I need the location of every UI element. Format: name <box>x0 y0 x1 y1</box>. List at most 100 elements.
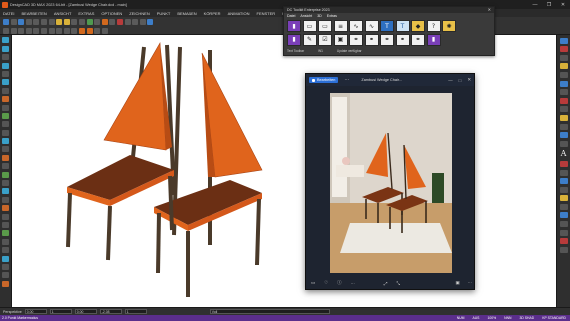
toolkit-list-icon[interactable]: ≡ <box>333 20 348 32</box>
fillet-tool-icon[interactable] <box>2 280 9 287</box>
redo-icon[interactable] <box>63 18 70 25</box>
toolkit-wave-icon[interactable]: ∿ <box>349 20 363 32</box>
select-icon[interactable] <box>3 27 9 34</box>
menu-zeichnen[interactable]: ZEICHNEN <box>129 11 149 16</box>
zoom-out-icon[interactable] <box>78 18 85 25</box>
animation-panel-icon[interactable] <box>559 114 568 121</box>
arc-tool-icon[interactable] <box>2 54 9 61</box>
viewer-slideshow-button[interactable]: ▭ <box>311 280 315 286</box>
grid-panel-icon[interactable] <box>559 89 568 96</box>
viewer-maximize-button[interactable]: □ <box>459 78 462 83</box>
toolkit-curve-icon[interactable]: ∿ <box>364 20 379 32</box>
curve-icon[interactable] <box>48 27 55 34</box>
measure-tool-icon[interactable] <box>2 221 9 228</box>
symbol-panel-icon[interactable] <box>559 123 568 130</box>
toolkit-purple-icon[interactable]: ▮ <box>426 33 441 46</box>
undo-icon[interactable] <box>56 18 63 25</box>
toolkit-link-3-icon[interactable]: ⚭ <box>380 33 394 46</box>
sphere-tool-icon[interactable] <box>2 163 9 170</box>
toolkit-menu-datei[interactable]: Datei <box>287 14 295 18</box>
viewer-close-button[interactable]: ✕ <box>467 77 471 83</box>
toolkit-stamp-icon[interactable]: ▮ <box>287 20 301 32</box>
viewer-options-button[interactable]: ··· <box>468 280 472 286</box>
snap-panel-icon[interactable] <box>559 80 568 87</box>
menu-fenster[interactable]: FENSTER <box>257 11 276 16</box>
cut-icon[interactable] <box>33 18 40 25</box>
viewer-more-button[interactable]: ··· <box>344 77 349 83</box>
layer-tool-icon[interactable] <box>2 230 9 237</box>
rotate-view-icon[interactable] <box>94 18 101 25</box>
toolkit-page-icon[interactable]: ▭ <box>302 20 317 32</box>
snap-icon[interactable] <box>139 18 146 25</box>
ellipse-tool-icon[interactable] <box>2 70 9 77</box>
pan-icon[interactable] <box>86 18 93 25</box>
menu-extras[interactable]: EXTRAS <box>78 11 94 16</box>
camera-panel-icon[interactable] <box>559 106 568 113</box>
viewer-favorite-button[interactable]: ♡ <box>324 280 328 286</box>
sweep-icon[interactable] <box>101 27 108 34</box>
copy-icon[interactable] <box>40 18 47 25</box>
menu-punkt[interactable]: PUNKT <box>157 11 171 16</box>
render-icon[interactable] <box>116 18 123 25</box>
pointer-tool-icon[interactable] <box>2 37 9 44</box>
wireframe-icon[interactable] <box>109 18 116 25</box>
coord-z-field[interactable]: 0.00 <box>74 309 97 314</box>
grid-icon[interactable] <box>132 18 139 25</box>
scale-field[interactable]: 1 <box>124 309 147 314</box>
text-tool-icon[interactable] <box>56 27 63 34</box>
print-panel-icon[interactable] <box>559 203 568 210</box>
hatch-icon[interactable] <box>71 27 78 34</box>
print-icon[interactable] <box>25 18 32 25</box>
toolkit-link-5-icon[interactable]: ⚭ <box>411 33 425 46</box>
toolkit-question-icon[interactable]: ? <box>426 20 441 32</box>
dimension-icon[interactable] <box>63 27 70 34</box>
menu-koerper[interactable]: KÖRPER <box>204 11 221 16</box>
toolkit-note-icon[interactable]: ▮ <box>287 33 301 46</box>
menu-datei[interactable]: DATEI <box>3 11 14 16</box>
scale-tool-icon[interactable] <box>2 138 9 145</box>
save-icon[interactable] <box>18 18 25 25</box>
menu-bemassen[interactable]: BEMAßEN <box>177 11 196 16</box>
toolkit-picture-icon[interactable]: ▣ <box>333 33 348 46</box>
camera-tool-icon[interactable] <box>2 213 9 220</box>
coord-y-field[interactable]: 1 <box>49 309 72 314</box>
text-format-icon[interactable] <box>559 186 568 193</box>
light-tool-icon[interactable] <box>2 196 9 203</box>
paste-icon[interactable] <box>48 18 55 25</box>
zoom-in-icon[interactable] <box>71 18 78 25</box>
toolkit-color-icon[interactable]: ◆ <box>411 20 425 32</box>
extrude-icon[interactable] <box>94 27 101 34</box>
dimension-tool-icon[interactable] <box>2 112 9 119</box>
circle-icon[interactable] <box>25 27 32 34</box>
properties-panel-icon[interactable] <box>559 46 568 53</box>
help-icon[interactable] <box>147 18 154 25</box>
render-mode-select[interactable]: Voll <box>209 309 330 314</box>
text-size-icon[interactable] <box>559 178 568 185</box>
view-panel-icon[interactable] <box>559 71 568 78</box>
layers-panel-icon[interactable] <box>559 37 568 44</box>
minimize-button[interactable]: — <box>528 0 542 9</box>
menu-bearbeiten[interactable]: BEARBEITEN <box>21 11 46 16</box>
move-tool-icon[interactable] <box>2 121 9 128</box>
menu-animation[interactable]: ANIMATION <box>228 11 250 16</box>
toolkit-menu-3d[interactable]: 3D <box>317 14 322 18</box>
text-style-icon[interactable] <box>559 160 568 167</box>
solid-box-icon[interactable] <box>78 27 85 34</box>
view-label[interactable]: Perspektive <box>3 310 22 314</box>
toolkit-check-icon[interactable]: ☑ <box>318 33 332 46</box>
toolkit-close-button[interactable]: ✕ <box>488 7 491 12</box>
text-tool-icon[interactable] <box>2 104 9 111</box>
menu-ansicht[interactable]: ANSICHT <box>54 11 72 16</box>
layer-icon[interactable] <box>124 18 131 25</box>
viewer-fullscreen-button[interactable]: ⤡ <box>396 281 400 286</box>
material-panel-icon[interactable] <box>559 63 568 70</box>
shade-icon[interactable] <box>101 18 108 25</box>
mirror-tool-icon[interactable] <box>2 146 9 153</box>
toolkit-menu-extras[interactable]: Extras <box>327 14 337 18</box>
toolkit-sun-icon[interactable]: ✺ <box>442 20 456 32</box>
material-tool-icon[interactable] <box>2 205 9 212</box>
line-tool-icon[interactable] <box>2 45 9 52</box>
viewer-footer-more-button[interactable]: ··· <box>351 281 355 286</box>
boolean-tool-icon[interactable] <box>2 188 9 195</box>
maximize-button[interactable]: ❐ <box>542 0 556 9</box>
